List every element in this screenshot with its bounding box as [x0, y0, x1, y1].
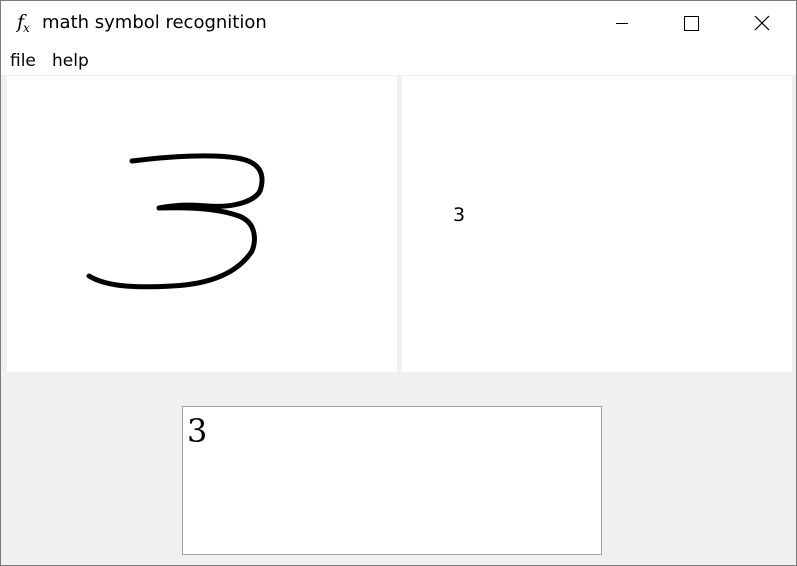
menu-file[interactable]: file	[10, 51, 36, 71]
recognized-symbol: 3	[453, 204, 466, 226]
result-text: 3	[187, 412, 208, 450]
result-output[interactable]: 3	[182, 406, 602, 555]
title-bar[interactable]: fx math symbol recognition	[1, 1, 796, 45]
close-icon	[754, 15, 770, 31]
fx-icon: fx	[17, 11, 30, 35]
maximize-icon	[684, 16, 699, 31]
handwritten-stroke	[86, 153, 265, 290]
app-window: fx math symbol recognition file help 3 3	[0, 0, 797, 566]
window-title: math symbol recognition	[42, 12, 267, 33]
maximize-button[interactable]	[668, 1, 714, 45]
minimize-icon	[616, 23, 628, 24]
close-button[interactable]	[738, 1, 784, 45]
menu-bar: file help	[1, 45, 796, 75]
minimize-button[interactable]	[599, 1, 645, 45]
drawing-canvas[interactable]	[7, 76, 397, 372]
preview-canvas: 3	[402, 76, 792, 372]
menu-help[interactable]: help	[52, 51, 89, 71]
